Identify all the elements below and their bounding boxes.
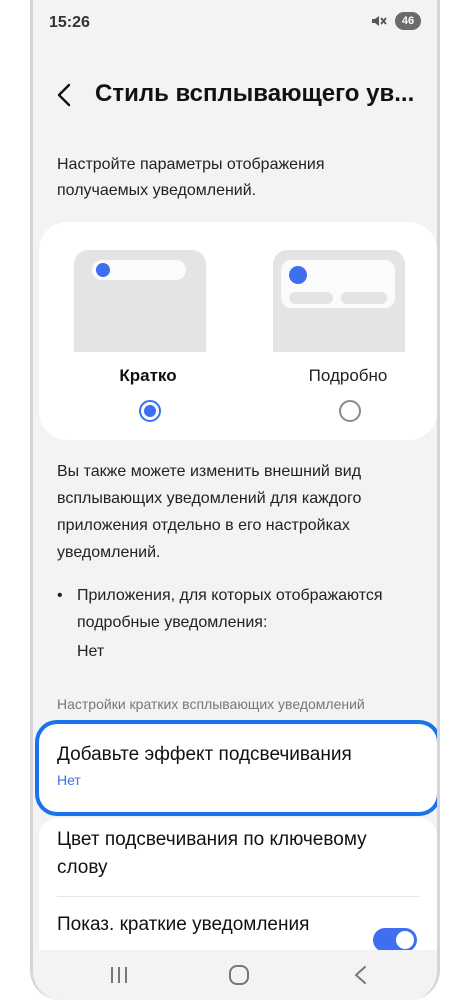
back-icon[interactable]	[55, 82, 75, 108]
preview-bar	[289, 292, 333, 304]
add-highlight-effect-item[interactable]: Добавьте эффект подсвечивания Нет	[39, 724, 437, 812]
brief-preview-pill	[92, 260, 186, 280]
status-icons: 46	[369, 12, 421, 30]
brief-preview-image	[74, 250, 206, 352]
battery-indicator: 46	[395, 12, 421, 30]
description-text: Вы также можете изменить внешний вид всп…	[57, 463, 362, 561]
page-title: Стиль всплывающего ув...	[95, 80, 415, 107]
radio-detailed[interactable]	[339, 400, 361, 422]
show-brief-notifications-toggle[interactable]	[373, 928, 417, 952]
navigation-bar	[33, 950, 437, 1000]
status-bar: 15:26 46	[33, 0, 437, 50]
show-brief-notifications-label: Показ. краткие уведомления	[57, 914, 310, 935]
section-label: Настройки кратких всплывающих уведомлени…	[57, 696, 365, 712]
highlight-effect-title: Добавьте эффект подсвечивания	[57, 744, 352, 765]
intro-text: Настройте параметры отображения получаем…	[57, 156, 325, 199]
style-label-detailed: Подробно	[308, 366, 388, 385]
style-selector-card: Кратко Подробно	[39, 222, 437, 440]
style-option-detailed[interactable]: Подробно	[263, 222, 433, 440]
phone-screen: 15:26 46 Стиль всплывающего ув... Настро…	[30, 0, 440, 1000]
preview-bar	[341, 292, 387, 304]
settings-list: Цвет подсвечивания по ключевому слову По…	[39, 818, 437, 958]
detailed-apps-label: Приложения, для которых отображаются под…	[77, 587, 383, 631]
divider	[57, 896, 419, 897]
style-label-brief: Кратко	[119, 366, 177, 385]
status-time: 15:26	[49, 14, 90, 31]
detailed-preview-box	[281, 260, 395, 308]
home-icon[interactable]	[227, 964, 251, 986]
header: Стиль всплывающего ув...	[33, 70, 437, 120]
keyword-highlight-color-item[interactable]: Цвет подсвечивания по ключевому слову	[57, 826, 407, 882]
bullet: •	[57, 587, 63, 604]
detailed-apps-value: Нет	[77, 643, 105, 660]
radio-brief[interactable]	[139, 400, 161, 422]
detailed-preview-image	[273, 250, 405, 352]
mute-icon	[369, 12, 387, 30]
style-option-brief[interactable]: Кратко	[63, 222, 233, 440]
preview-dot	[289, 266, 307, 284]
preview-dot	[96, 263, 110, 277]
highlight-effect-value: Нет	[57, 772, 81, 788]
recent-apps-icon[interactable]	[107, 964, 131, 986]
nav-back-icon[interactable]	[349, 964, 373, 986]
